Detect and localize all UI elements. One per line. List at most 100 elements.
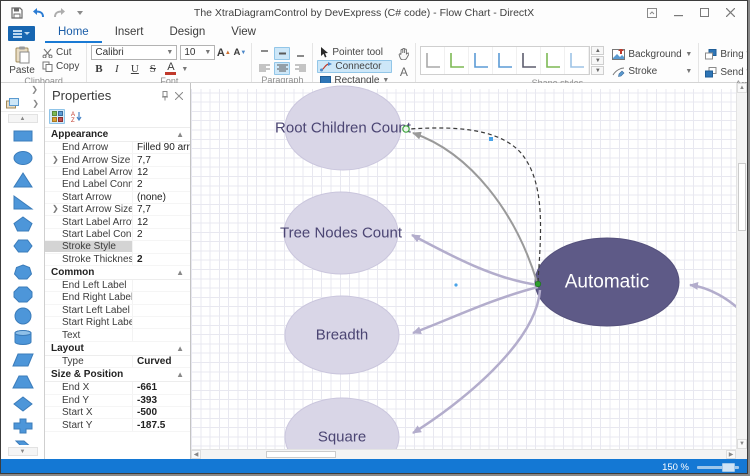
property-value[interactable]: -187.5 bbox=[132, 419, 190, 431]
pin-icon[interactable] bbox=[161, 90, 169, 101]
shrink-font-button[interactable]: A ▼ bbox=[232, 46, 247, 60]
property-value[interactable]: (none) bbox=[132, 191, 190, 203]
shapes-panel-expander-icon[interactable]: ❯ bbox=[1, 83, 44, 96]
strikethrough-button[interactable]: S bbox=[145, 62, 160, 76]
tab-home[interactable]: Home bbox=[45, 24, 102, 43]
connector-automatic-to-square[interactable] bbox=[412, 289, 542, 435]
property-row[interactable]: Stroke Thickness 2 bbox=[45, 253, 190, 266]
shape-style-item[interactable] bbox=[565, 47, 590, 74]
property-row[interactable]: ❯ Start Arrow Size 7,7 bbox=[45, 203, 190, 217]
font-color-dropdown-icon[interactable]: ▼ bbox=[181, 66, 188, 73]
close-icon[interactable] bbox=[719, 5, 741, 21]
property-value[interactable]: 2 bbox=[132, 179, 190, 191]
shape-item-circle[interactable] bbox=[10, 307, 36, 325]
expand-icon[interactable]: ❯ bbox=[52, 204, 59, 213]
background-button[interactable]: Background ▼ bbox=[610, 47, 694, 61]
shape-item-diamond[interactable] bbox=[10, 395, 36, 413]
vertical-scrollbar[interactable]: ▲ ▼ bbox=[736, 83, 747, 449]
maximize-icon[interactable] bbox=[693, 5, 715, 21]
text-tool-button[interactable]: A bbox=[396, 65, 411, 79]
send-to-back-button[interactable]: Send to Back ▼ bbox=[703, 65, 747, 79]
cut-button[interactable]: Cut bbox=[39, 46, 82, 59]
bold-button[interactable]: B bbox=[91, 62, 106, 76]
redo-icon[interactable] bbox=[52, 6, 66, 20]
diagram-node-breadth[interactable]: Breadth bbox=[284, 295, 400, 375]
scroll-left-icon[interactable]: ◀ bbox=[191, 450, 201, 459]
underline-button[interactable]: U bbox=[127, 62, 142, 76]
shapes-scroll-up-icon[interactable]: ▲ bbox=[7, 114, 38, 123]
connector-tool-button[interactable]: Connector bbox=[317, 60, 393, 73]
gallery-scroll-down-icon[interactable]: ▼ bbox=[591, 56, 605, 65]
property-row[interactable]: Start X -500 bbox=[45, 407, 190, 420]
shape-item-hexagon[interactable] bbox=[10, 237, 36, 255]
shape-style-item[interactable] bbox=[493, 47, 518, 74]
property-section-header[interactable]: Common ▲ bbox=[45, 266, 190, 280]
property-row[interactable]: Stroke Style bbox=[45, 241, 190, 254]
connector-automatic-to-tree[interactable] bbox=[411, 233, 539, 287]
categorized-view-icon[interactable] bbox=[49, 109, 65, 124]
green-dot-handle[interactable] bbox=[534, 280, 542, 288]
zoom-slider[interactable] bbox=[697, 462, 739, 472]
align-bottom-button[interactable] bbox=[292, 47, 308, 60]
align-top-button[interactable] bbox=[256, 47, 272, 60]
collapse-icon[interactable]: ▲ bbox=[176, 344, 184, 353]
shape-item-ellipse[interactable] bbox=[10, 149, 36, 167]
shape-item-rectangle[interactable] bbox=[10, 127, 36, 145]
align-center-button[interactable] bbox=[274, 62, 291, 75]
shape-style-item[interactable] bbox=[541, 47, 566, 74]
property-row[interactable]: ❯ End Arrow Size 7,7 bbox=[45, 154, 190, 167]
scroll-down-icon[interactable]: ▼ bbox=[737, 439, 747, 449]
shape-style-item[interactable] bbox=[469, 47, 494, 74]
property-row[interactable]: Start Label Arrow Offset12 bbox=[45, 216, 190, 229]
diagram-node-square[interactable]: Square bbox=[284, 397, 400, 449]
expand-icon[interactable]: ❯ bbox=[52, 155, 59, 164]
property-value[interactable]: 2 bbox=[132, 253, 190, 265]
property-value[interactable]: -393 bbox=[132, 394, 190, 407]
shape-item-octagon[interactable] bbox=[10, 285, 36, 303]
property-row[interactable]: Start Y -187.5 bbox=[45, 419, 190, 432]
property-value[interactable]: Curved bbox=[132, 355, 190, 368]
stroke-dropdown-icon[interactable]: ▼ bbox=[685, 68, 692, 75]
align-middle-button[interactable] bbox=[274, 47, 291, 60]
property-value[interactable]: Filled 90 arrow bbox=[132, 142, 190, 154]
property-section-header[interactable]: Layout ▲ bbox=[45, 342, 190, 356]
property-row[interactable]: Type Curved bbox=[45, 355, 190, 369]
property-value[interactable] bbox=[132, 317, 190, 329]
stroke-button[interactable]: Stroke ▼ bbox=[610, 64, 694, 78]
collapse-icon[interactable]: ▲ bbox=[176, 130, 184, 139]
shape-item-triangle[interactable] bbox=[10, 171, 36, 189]
property-row[interactable]: Start Right Label bbox=[45, 317, 190, 330]
tab-insert[interactable]: Insert bbox=[102, 24, 157, 43]
collapse-icon[interactable]: ▲ bbox=[176, 268, 184, 277]
sort-alphabetical-icon[interactable]: AZ bbox=[68, 109, 84, 124]
align-right-button[interactable] bbox=[292, 62, 308, 75]
property-row[interactable]: Text bbox=[45, 329, 190, 342]
shape-style-item[interactable] bbox=[517, 47, 542, 74]
tab-view[interactable]: View bbox=[218, 24, 269, 43]
font-size-combo[interactable]: 10 ▼ bbox=[180, 45, 216, 60]
scroll-up-icon[interactable]: ▲ bbox=[737, 83, 747, 93]
connector-automatic-to-breadth[interactable] bbox=[412, 285, 539, 335]
property-value[interactable]: 7,7 bbox=[132, 154, 190, 166]
property-value[interactable] bbox=[132, 329, 190, 341]
property-value[interactable]: -500 bbox=[132, 407, 190, 419]
zoom-slider-thumb[interactable] bbox=[722, 462, 735, 472]
paste-button[interactable]: Paste bbox=[5, 45, 39, 76]
shapes-scroll-down-icon[interactable]: ▼ bbox=[7, 447, 38, 456]
diagram-canvas[interactable]: Root Children Count Tree Nodes Count Bread… bbox=[191, 83, 736, 449]
property-row[interactable]: End Arrow Filled 90 arrow bbox=[45, 142, 190, 155]
blue-dot-handle[interactable] bbox=[454, 283, 458, 287]
undo-icon[interactable] bbox=[31, 6, 45, 20]
connector-incoming-to-automatic[interactable] bbox=[689, 281, 736, 319]
property-value[interactable]: -661 bbox=[132, 382, 190, 394]
diagram-node-tree-nodes-count[interactable]: Tree Nodes Count bbox=[280, 191, 403, 275]
property-value[interactable] bbox=[132, 304, 190, 317]
application-menu-button[interactable] bbox=[8, 26, 35, 41]
property-value[interactable] bbox=[132, 292, 190, 304]
shape-item-right-triangle[interactable] bbox=[10, 193, 36, 211]
green-ring-handle[interactable] bbox=[402, 125, 410, 133]
property-value[interactable] bbox=[132, 241, 190, 253]
diagram-node-root-children-count[interactable]: Root Children Count bbox=[275, 85, 412, 171]
scroll-right-icon[interactable]: ▶ bbox=[726, 450, 736, 459]
property-value[interactable] bbox=[132, 279, 190, 292]
